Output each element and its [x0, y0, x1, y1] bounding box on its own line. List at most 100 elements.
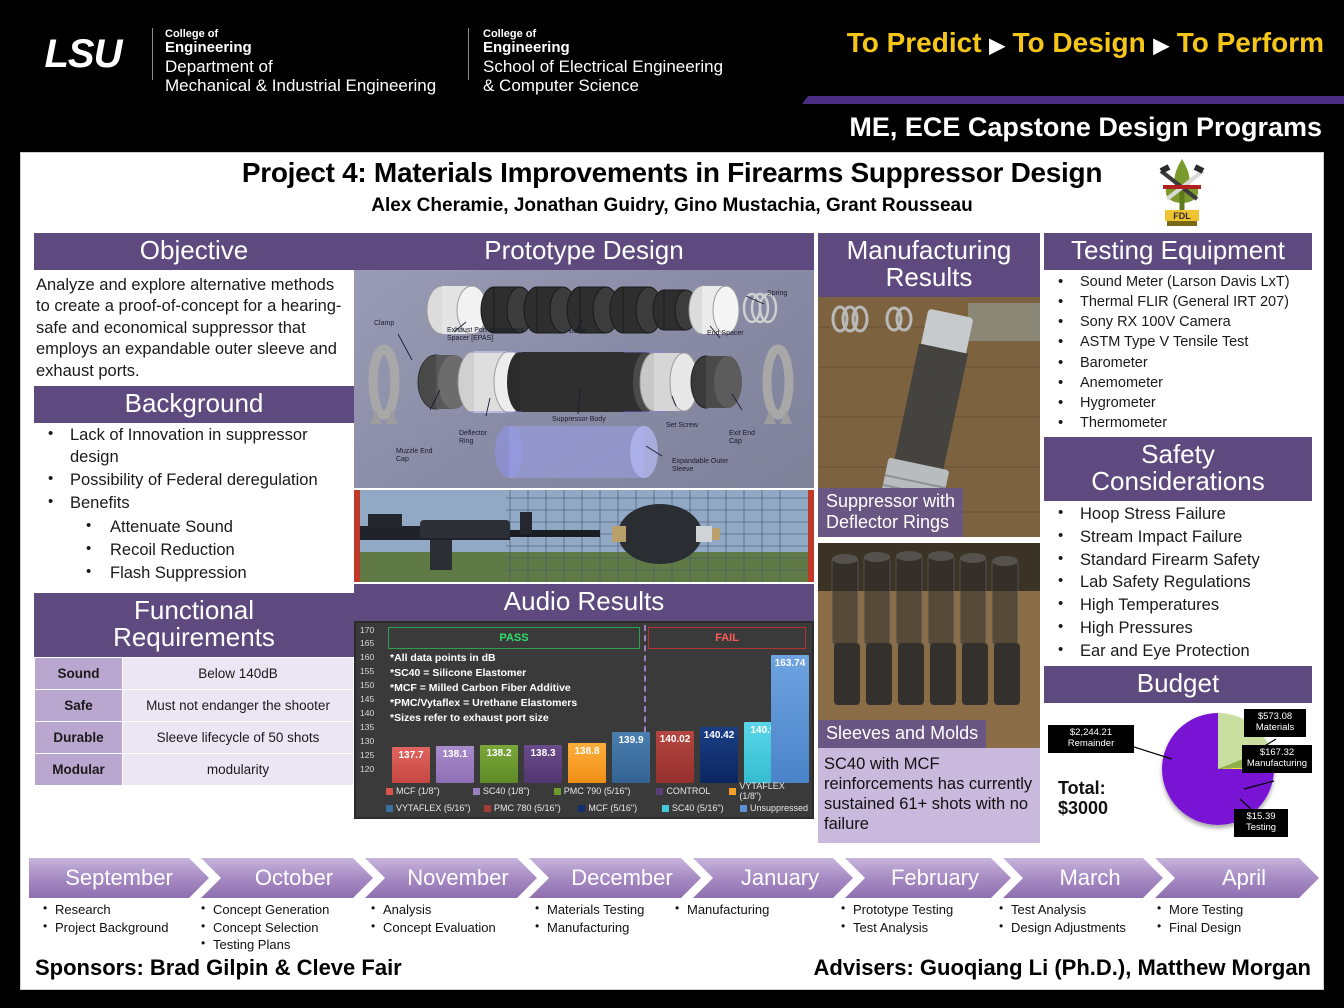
timeline-tasks-january: Manufacturing	[673, 900, 823, 919]
mfg-header-line2: Results	[885, 262, 973, 293]
poster-root: LSU College of Engineering Department of…	[0, 0, 1344, 1008]
advisers-text: Advisers: Guoqiang Li (Ph.D.), Matthew M…	[813, 955, 1311, 980]
table-row: Durable Sleeve lifecycle of 50 shots	[34, 720, 354, 754]
timeline-month-march: March	[1003, 858, 1163, 898]
bar-value: 140.02	[659, 734, 691, 746]
timeline-tasks-april: More Testing Final Design	[1155, 900, 1305, 937]
objective-text: Analyze and explore alternative methods …	[36, 276, 342, 380]
poster-footer: Sponsors: Brad Gilpin & Cleve Fair Advis…	[21, 951, 1325, 991]
budget-name: Remainder	[1067, 738, 1115, 750]
bar-sc40-18: 138.1	[436, 746, 474, 784]
bar-value: 137.7	[398, 750, 424, 762]
fr-key: Safe	[34, 688, 123, 722]
list-item: Flash Suppression	[34, 562, 354, 585]
fr-value: Sleeve lifecycle of 50 shots	[122, 720, 354, 754]
author-list: Alex Cheramie, Jonathan Guidry, Gino Mus…	[371, 195, 973, 216]
banner-divider-1	[152, 28, 153, 80]
timeline-tasks: Research Project Background Concept Gene…	[29, 900, 1319, 952]
chart-note: *Sizes refer to exhaust port size	[390, 711, 549, 724]
list-item: Anemometer	[1044, 373, 1312, 393]
bar-value: 138.2	[486, 748, 512, 760]
legend-label: MCF (1/8")	[396, 786, 440, 797]
list-item: Standard Firearm Safety	[1044, 549, 1312, 572]
table-row: Modular modularity	[34, 752, 354, 786]
audio-results-header: Audio Results	[354, 584, 814, 622]
proto-label-muzzle-end-cap: Muzzle End Cap	[396, 448, 433, 464]
budget-total: Total: $3000	[1058, 779, 1108, 819]
table-row: Safe Must not endanger the shooter	[34, 688, 354, 722]
list-item: Research	[41, 900, 197, 919]
legend-label: VYTAFLEX (1/8")	[739, 781, 785, 802]
legend-item: MCF (5/16")	[578, 803, 662, 813]
timeline-tasks-september: Research Project Background	[41, 900, 197, 936]
fr-value: Must not endanger the shooter	[122, 688, 354, 722]
list-item: Manufacturing	[673, 900, 823, 919]
timeline-month-february: February	[845, 858, 1011, 898]
timeline-tasks-october: Concept Generation Concept Selection Tes…	[199, 900, 365, 954]
background-header: Background	[34, 386, 354, 424]
dept-ece-line3: School of Electrical Engineering	[483, 57, 724, 77]
timeline-month-september: September	[29, 858, 209, 898]
column-right: Testing Equipment Sound Meter (Larson Da…	[1044, 233, 1312, 852]
tagline-perform: To Perform	[1176, 27, 1324, 58]
list-item: Manufacturing	[533, 918, 693, 937]
legend-label: PMC 790 (5/16")	[563, 786, 631, 797]
fdl-group-logo: FDL	[1149, 155, 1215, 227]
chart-annotations: *All data points in dB *SC40 = Silicone …	[390, 651, 577, 726]
bar-value: 138.1	[442, 749, 468, 761]
dept-ece-line4: & Computer Science	[483, 76, 639, 96]
legend-item: VYTAFLEX (1/8")	[729, 781, 808, 801]
legend-row-2: VYTAFLEX (5/16") PMC 780 (5/16") MCF (5/…	[386, 803, 808, 813]
department-me: College of Engineering Department of Mec…	[165, 28, 436, 95]
list-item: ASTM Type V Tensile Test	[1044, 332, 1312, 352]
list-item: Recoil Reduction	[34, 539, 354, 562]
prototype-design-header: Prototype Design	[354, 233, 814, 271]
ytick-135: 135	[360, 722, 375, 733]
dept-me-line3: Department of	[165, 57, 273, 77]
suppressor-photo-caption: Suppressor with Deflector Rings	[818, 487, 964, 538]
budget-label-remainder: $2,244.21 Remainder	[1048, 725, 1134, 753]
timeline-month-november: November	[365, 858, 537, 898]
budget-name: Materials	[1255, 722, 1295, 734]
bar-control: 138.3	[524, 745, 562, 784]
ytick-130: 130	[360, 736, 375, 747]
proto-label-end-spacer: End Spacer	[707, 330, 744, 338]
bar-mcf-18: 137.7	[392, 747, 430, 784]
legend-label: Unsuppressed	[749, 803, 808, 814]
timeline-month-october: October	[201, 858, 373, 898]
sponsors-text: Sponsors: Brad Gilpin & Cleve Fair	[35, 955, 402, 980]
sleeves-molds-photo: Sleeves and Molds	[818, 543, 1040, 749]
testing-equipment-header: Testing Equipment	[1044, 233, 1312, 271]
list-item: Thermometer	[1044, 413, 1312, 433]
bar-pmc780-516: 140.02	[656, 731, 694, 784]
bar-vytaflex-516: 139.9	[612, 732, 650, 784]
title-zone: Project 4: Materials Improvements in Fir…	[21, 153, 1323, 231]
functional-requirements-header: Functional Requirements	[34, 592, 354, 657]
poster-card: Project 4: Materials Improvements in Fir…	[20, 152, 1324, 990]
fr-value: Below 140dB	[122, 656, 354, 690]
dept-ece-line2: Engineering	[483, 39, 570, 57]
list-item: Lab Safety Regulations	[1044, 571, 1312, 594]
program-subtitle-bar: ME, ECE Capstone Design Programs	[0, 104, 1344, 150]
legend-label: SC40 (1/8")	[482, 786, 530, 797]
ytick-165: 165	[360, 638, 375, 649]
proto-label-exit-end-cap: Exit End Cap	[729, 430, 756, 446]
background-sublist: Attenuate Sound Recoil Reduction Flash S…	[34, 515, 354, 584]
chart-note: *SC40 = Silicone Elastomer	[390, 666, 527, 679]
bar-unsuppressed: 163.74	[771, 655, 809, 784]
bar-value: 139.9	[618, 735, 644, 747]
timeline-tasks-march: Test Analysis Design Adjustments	[997, 900, 1161, 936]
list-item: Benefits	[34, 492, 354, 515]
legend-item: PMC 790 (5/16")	[553, 781, 657, 801]
list-item: Final Design	[1155, 918, 1305, 937]
list-item: Materials Testing	[533, 900, 693, 919]
tagline-predict: To Predict	[846, 27, 982, 58]
arrow-right-icon-1: ▶	[989, 35, 1005, 57]
legend-label: CONTROL	[666, 786, 711, 797]
bar-pmc790-516: 138.2	[480, 745, 518, 784]
legend-item: MCF (1/8")	[386, 781, 473, 801]
list-item: Hoop Stress Failure	[1044, 503, 1312, 526]
department-ece: College of Engineering School of Electri…	[483, 28, 723, 95]
timeline-tasks-december: Materials Testing Manufacturing	[533, 900, 693, 937]
legend-row-1: MCF (1/8") SC40 (1/8") PMC 790 (5/16") C…	[386, 781, 808, 801]
